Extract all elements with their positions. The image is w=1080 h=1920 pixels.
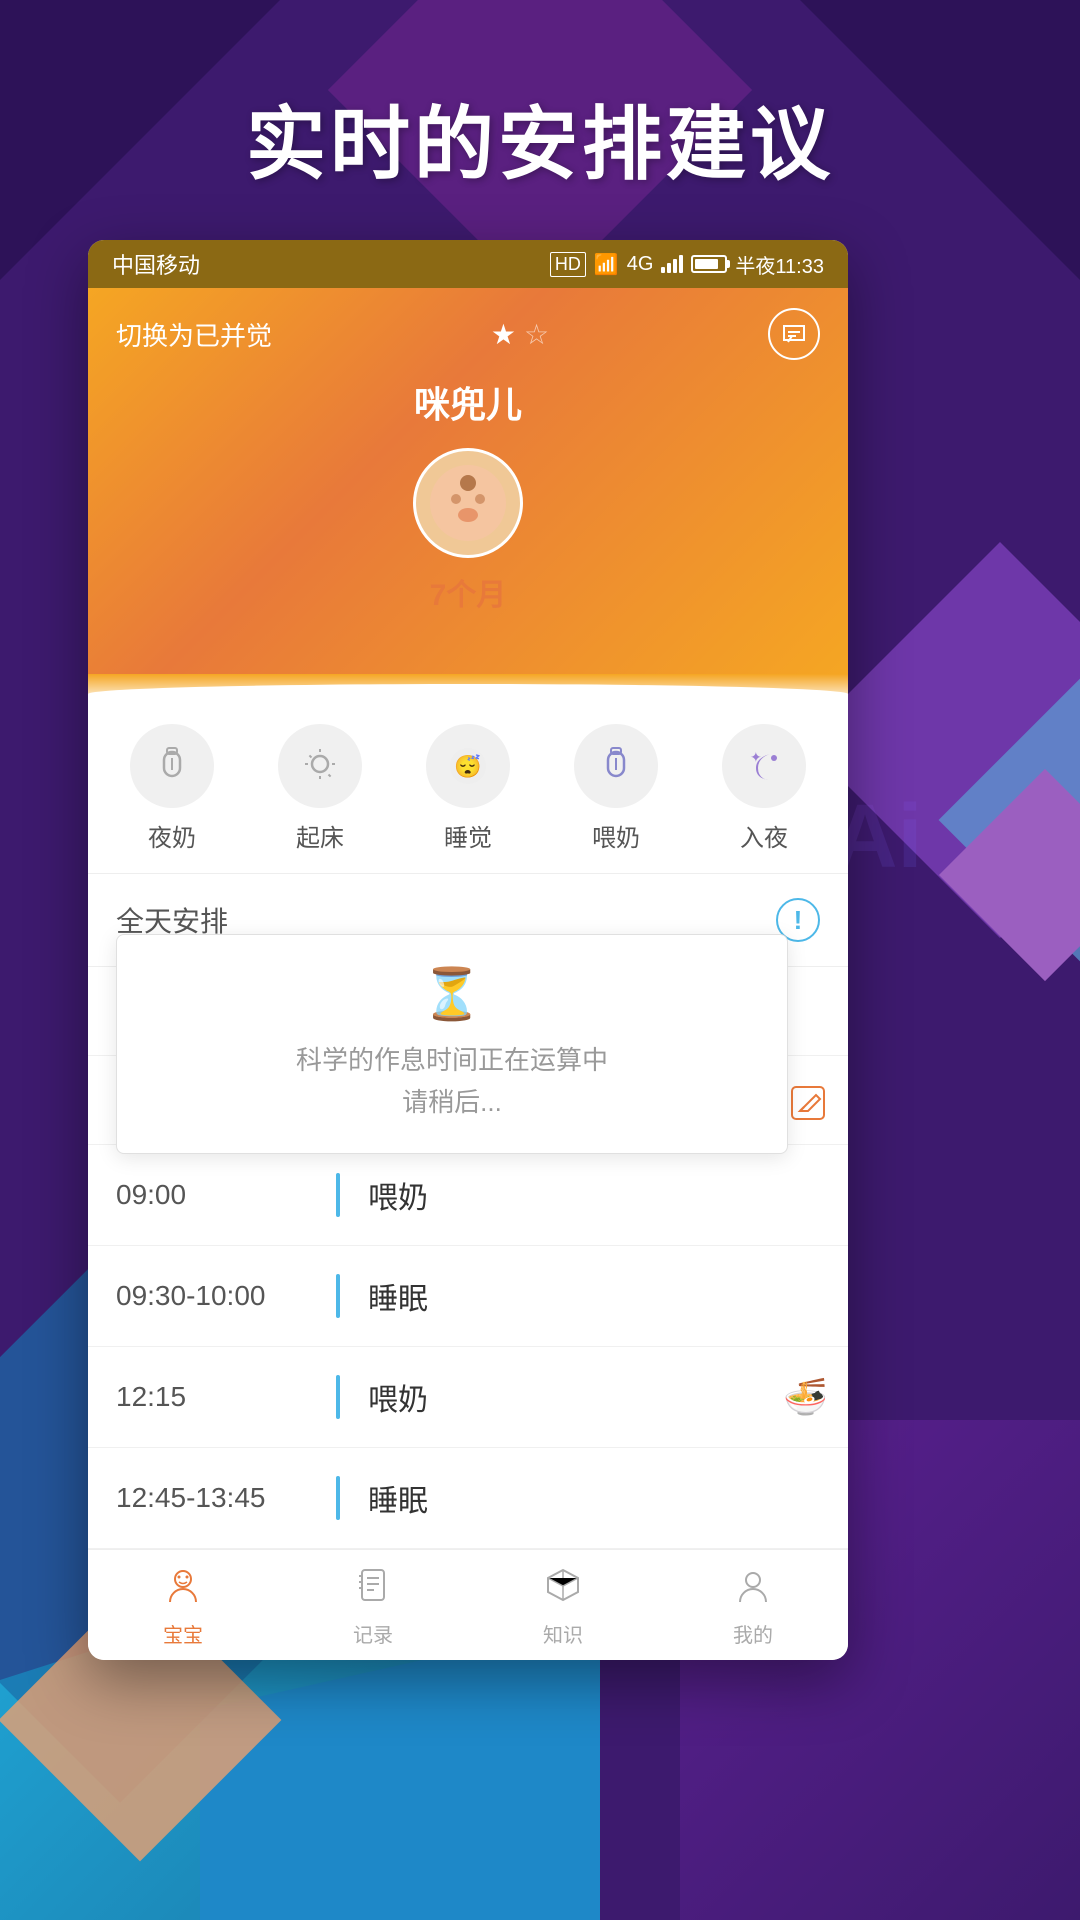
- carrier-label: 中国移动: [112, 248, 200, 280]
- wave-separator: [88, 674, 848, 704]
- network-label: 4G: [627, 253, 654, 276]
- time-0900: 09:00: [116, 1179, 336, 1211]
- nav-mine[interactable]: 我的: [658, 1566, 848, 1648]
- star-1[interactable]: ★: [491, 318, 516, 351]
- wake-up-icon: [278, 724, 362, 808]
- nav-knowledge[interactable]: 知识: [468, 1566, 658, 1648]
- schedule-section: 全天安排 ! ⏳ 科学的作息时间正在运算中请稍后... 07:00 07:12: [88, 874, 848, 1549]
- quick-actions: 夜奶 起床 😴: [88, 704, 848, 874]
- baby-age: 7个月: [430, 570, 507, 614]
- schedule-row-0900: 09:00 喂奶: [88, 1145, 848, 1246]
- schedule-row-0930: 09:30-10:00 睡眠: [88, 1246, 848, 1347]
- switch-label[interactable]: 切换为已并觉: [116, 316, 272, 353]
- schedule-row-1245: 12:45-13:45 睡眠: [88, 1448, 848, 1549]
- night-label: 入夜: [740, 818, 788, 853]
- status-bar: 中国移动 HD 📶 4G 半夜11:33: [88, 240, 848, 288]
- activity-0930: 睡眠: [368, 1274, 428, 1318]
- night-icon: ✦: [722, 724, 806, 808]
- action-night[interactable]: ✦ 入夜: [704, 724, 824, 853]
- baby-info: 咪兜儿 7个月: [116, 376, 820, 614]
- action-night-milk[interactable]: 夜奶: [112, 724, 232, 853]
- hd-label: HD: [550, 252, 586, 277]
- activity-1245: 睡眠: [368, 1476, 428, 1520]
- time-divider-0900: [336, 1173, 340, 1217]
- activity-1215: 喂奶: [368, 1375, 428, 1419]
- signal-icon: [661, 255, 683, 273]
- sleep-icon: 😴: [426, 724, 510, 808]
- night-milk-label: 夜奶: [148, 818, 196, 853]
- bowl-icon: 🍜: [783, 1376, 828, 1418]
- baby-avatar: [413, 448, 523, 558]
- wifi-icon: 📶: [594, 252, 619, 277]
- time-1245: 12:45-13:45: [116, 1482, 336, 1514]
- stars-rating: ★ ☆: [491, 318, 549, 351]
- edit-icon[interactable]: [788, 1083, 828, 1128]
- action-wake-up[interactable]: 起床: [260, 724, 380, 853]
- time-divider-1215: [336, 1375, 340, 1419]
- record-nav-label: 记录: [353, 1619, 393, 1648]
- knowledge-nav-label: 知识: [543, 1619, 583, 1648]
- nav-baby[interactable]: 宝宝: [88, 1566, 278, 1648]
- action-sleep[interactable]: 😴 睡觉: [408, 724, 528, 853]
- star-2[interactable]: ☆: [524, 318, 549, 351]
- schedule-row-1215: 12:15 喂奶 🍜: [88, 1347, 848, 1448]
- time-0930: 09:30-10:00: [116, 1280, 336, 1312]
- time-divider-0930: [336, 1274, 340, 1318]
- wake-up-label: 起床: [296, 818, 344, 853]
- schedule-header: 全天安排 ! ⏳ 科学的作息时间正在运算中请稍后...: [88, 874, 848, 967]
- time-1215: 12:15: [116, 1381, 336, 1413]
- phone-mockup: 中国移动 HD 📶 4G 半夜11:33 切换为已并觉 ★ ☆: [88, 240, 848, 1660]
- app-header: 切换为已并觉 ★ ☆ 咪兜儿: [88, 288, 848, 674]
- sleep-label: 睡觉: [444, 818, 492, 853]
- hourglass-icon: ⏳: [421, 965, 483, 1024]
- baby-name: 咪兜儿: [414, 376, 522, 428]
- computing-overlay: ⏳ 科学的作息时间正在运算中请稍后...: [116, 934, 788, 1154]
- mine-nav-icon: [734, 1566, 772, 1613]
- action-feed[interactable]: 喂奶: [556, 724, 676, 853]
- night-milk-icon: [130, 724, 214, 808]
- record-nav-icon: [354, 1566, 392, 1613]
- knowledge-nav-icon: [544, 1566, 582, 1613]
- chat-icon[interactable]: [768, 308, 820, 360]
- computing-text: 科学的作息时间正在运算中请稍后...: [296, 1040, 608, 1123]
- time-divider-1245: [336, 1476, 340, 1520]
- page-title: 实时的安排建议: [0, 80, 1080, 196]
- status-bar-right: HD 📶 4G 半夜11:33: [550, 250, 824, 279]
- nav-record[interactable]: 记录: [278, 1566, 468, 1648]
- mine-nav-label: 我的: [733, 1619, 773, 1648]
- baby-nav-label: 宝宝: [163, 1619, 203, 1648]
- svg-text:😴: 😴: [454, 754, 481, 779]
- feed-label: 喂奶: [592, 818, 640, 853]
- battery-icon: [691, 255, 727, 273]
- baby-nav-icon: [164, 1566, 202, 1613]
- time-label: 半夜11:33: [735, 250, 824, 279]
- bottom-nav: 宝宝 记录: [88, 1549, 848, 1660]
- svg-text:✦: ✦: [750, 749, 762, 765]
- feed-icon: [574, 724, 658, 808]
- header-top: 切换为已并觉 ★ ☆: [116, 308, 820, 360]
- activity-0900: 喂奶: [368, 1173, 428, 1217]
